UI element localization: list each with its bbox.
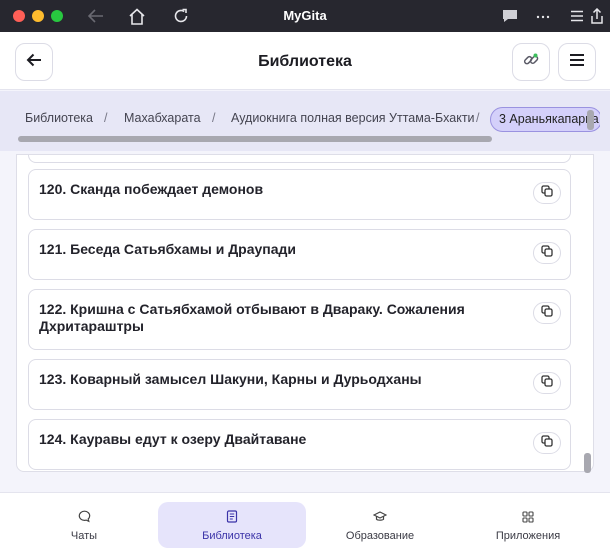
list-item[interactable]: 123. Коварный замысел Шакуни, Карны и Ду… [28,359,571,410]
copy-icon [541,304,553,322]
breadcrumb-item[interactable]: Махабхарата [124,111,201,125]
list-item[interactable]: 122. Кришна с Сатьябхамой отбывают в Два… [28,289,571,350]
nav-item-chats[interactable]: Чаты [10,502,158,548]
nav-label: Образование [345,530,415,542]
list-item[interactable]: 121. Беседа Сатьябхамы и Драупади [28,229,571,280]
nav-label: Библиотека [202,530,262,542]
arrow-left-icon [26,53,42,72]
chapter-title: 120. Сканда побеждает демонов [39,181,264,197]
link-button[interactable] [512,43,550,81]
copy-button[interactable] [533,242,561,264]
list-item[interactable]: 124. Кауравы едут к озеру Двайтаване [28,419,571,470]
breadcrumb-separator: / [476,111,480,125]
copy-button[interactable] [533,432,561,454]
back-button[interactable] [15,43,53,81]
book-icon [226,510,238,528]
list-item[interactable] [28,155,571,163]
nav-item-library[interactable]: Библиотека [158,502,306,548]
copy-icon [541,434,553,452]
breadcrumb-separator: / [104,111,108,125]
breadcrumb-bar: Библиотека / Махабхарата / Аудиокнига по… [0,91,610,151]
nav-label: Чаты [70,530,98,542]
window-titlebar: MyGita [0,0,610,32]
chapter-title: 122. Кришна с Сатьябхамой отбывают в Два… [39,301,465,334]
copy-button[interactable] [533,302,561,324]
list-item[interactable]: 120. Сканда побеждает демонов [28,169,571,220]
copy-icon [541,374,553,392]
hamburger-menu-button[interactable] [558,43,596,81]
chapter-title: 124. Кауравы едут к озеру Двайтаване [39,431,307,447]
breadcrumb-item[interactable]: Аудиокнига полная версия Уттама-Бхакти [231,111,475,125]
breadcrumb-separator: / [212,111,216,125]
share-icon[interactable] [587,6,607,26]
bottom-navigation: Чаты Библиотека Образование Приложения [0,492,610,553]
more-dots-icon[interactable] [533,6,553,26]
breadcrumb-item-current[interactable]: 3 Араньякапарва [490,107,600,132]
hamburger-icon [569,53,585,72]
nav-item-apps[interactable]: Приложения [454,502,602,548]
copy-icon [541,244,553,262]
nav-label: Приложения [495,530,561,542]
breadcrumb-item[interactable]: Библиотека [25,111,93,125]
link-icon [522,51,540,74]
chat-bubble-icon [78,510,91,528]
list-vertical-scrollbar[interactable] [584,453,591,473]
copy-button[interactable] [533,182,561,204]
copy-button[interactable] [533,372,561,394]
nav-item-education[interactable]: Образование [306,502,454,548]
message-icon[interactable] [500,6,520,26]
apps-grid-icon [522,510,534,528]
breadcrumb: Библиотека / Махабхарата / Аудиокнига по… [0,107,600,133]
app-header: Библиотека [0,32,610,90]
copy-icon [541,184,553,202]
horizontal-scrollbar[interactable] [18,136,492,142]
chapter-title: 121. Беседа Сатьябхамы и Драупади [39,241,297,257]
breadcrumb-vertical-scrollbar[interactable] [587,110,594,130]
graduation-cap-icon [372,510,388,528]
menu-icon[interactable] [567,6,587,26]
chapter-title: 123. Коварный замысел Шакуни, Карны и Ду… [39,371,422,387]
chapter-list: 120. Сканда побеждает демонов 121. Бесед… [16,154,594,472]
